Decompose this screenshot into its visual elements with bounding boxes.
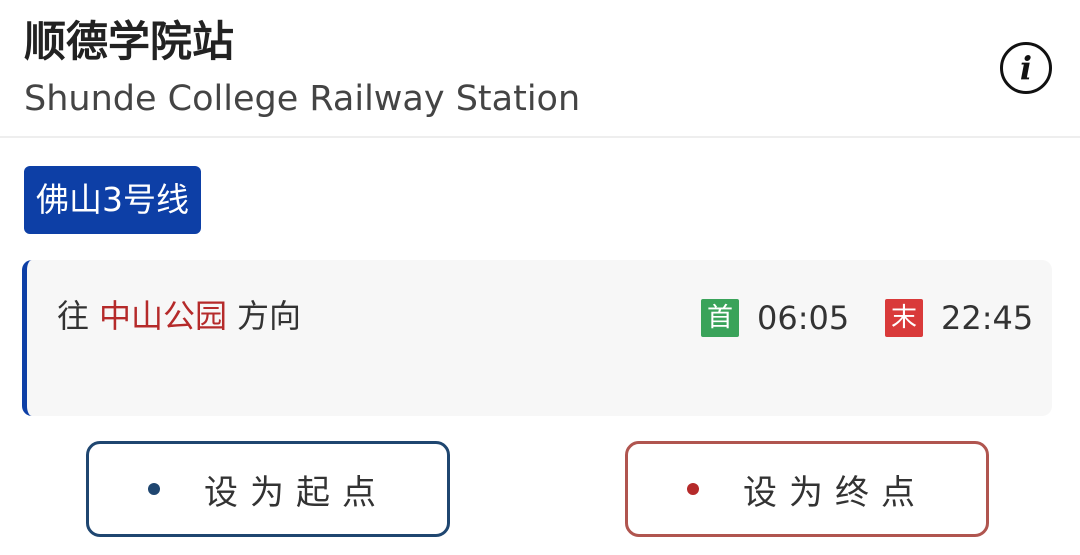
direction-destination: 中山公园 <box>99 297 228 335</box>
set-end-label: 设为终点 <box>743 472 927 513</box>
info-icon[interactable]: i <box>1000 42 1052 94</box>
last-train-value: 22:45 <box>941 299 1034 337</box>
end-dot-icon <box>687 483 699 495</box>
first-train-value: 06:05 <box>757 299 850 337</box>
station-name-cn: 顺德学院站 <box>24 17 235 66</box>
direction-prefix: 往 <box>57 297 90 335</box>
last-train-tag: 末 <box>885 299 923 337</box>
set-start-button[interactable]: 设为起点 <box>86 441 450 537</box>
direction-text: 往中山公园 方向 <box>57 294 301 338</box>
start-dot-icon <box>148 483 160 495</box>
line-badge[interactable]: 佛山3号线 <box>24 166 201 234</box>
first-train-tag: 首 <box>701 299 739 337</box>
set-start-label: 设为起点 <box>204 472 388 513</box>
last-train-time: 末 22:45 <box>885 298 1033 338</box>
direction-suffix: 方向 <box>237 297 302 335</box>
station-name-en: Shunde College Railway Station <box>24 79 581 119</box>
station-header: 顺德学院站 Shunde College Railway Station i <box>0 0 1080 138</box>
direction-card: 往中山公园 方向 首 06:05 末 22:45 <box>22 260 1052 416</box>
first-train-time: 首 06:05 <box>701 298 849 338</box>
set-end-button[interactable]: 设为终点 <box>625 441 989 537</box>
